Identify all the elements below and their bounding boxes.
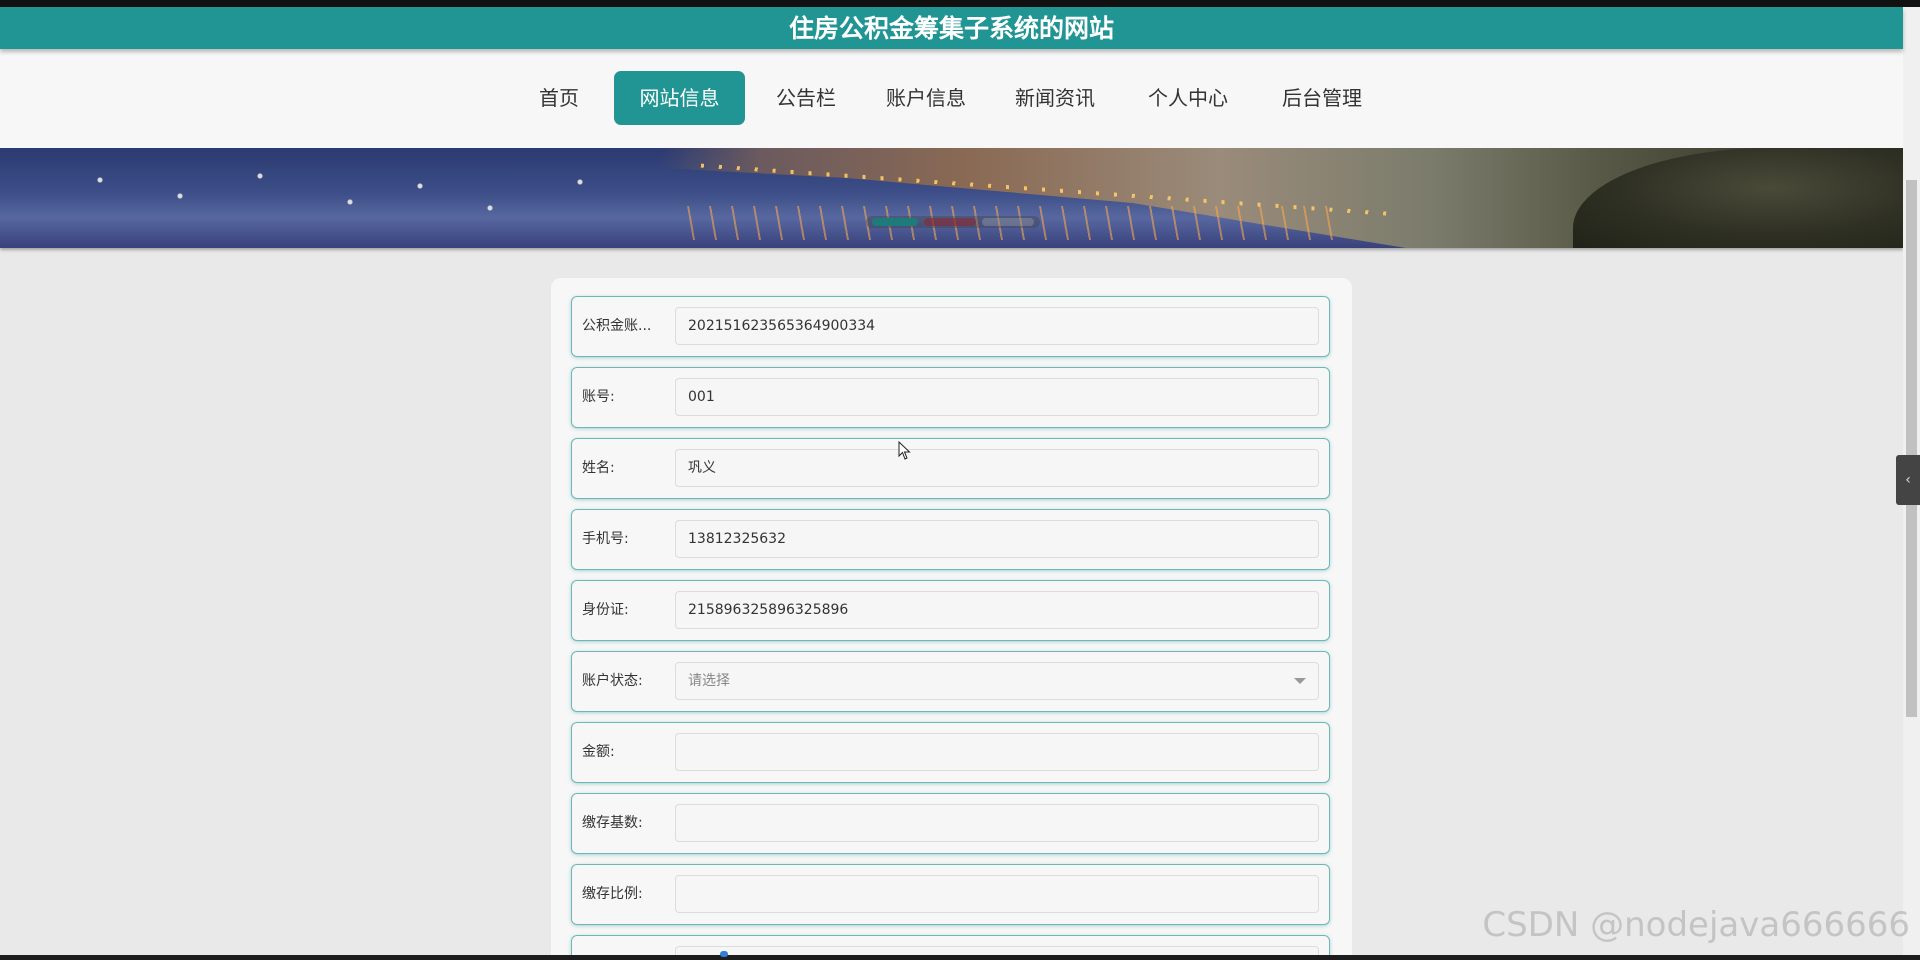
form-label: 账户状态: [582, 673, 643, 689]
banner-carousel[interactable] [0, 148, 1903, 248]
page: 住房公积金筹集子系统的网站 首页 网站信息 公告栏 账户信息 新闻资讯 个人中心… [0, 0, 1920, 960]
form-row-id-card: 身份证: 215896325896325896 [572, 581, 1329, 640]
carousel-indicator [866, 216, 1040, 228]
form-row-account-status: 账户状态: 请选择 [572, 652, 1329, 711]
title-bar: 住房公积金筹集子系统的网站 [0, 7, 1903, 49]
form-row-phone: 手机号: 13812325632 [572, 510, 1329, 569]
form-label: 手机号: [582, 531, 629, 547]
nav-item-site-info[interactable]: 网站信息 [614, 71, 745, 125]
taskbar-marker [720, 951, 728, 957]
form-label: 姓名: [582, 460, 615, 476]
carousel-dot-1[interactable] [872, 218, 918, 226]
window-top-strip [0, 0, 1920, 7]
account-no-input[interactable]: 001 [675, 378, 1319, 416]
taskbar-strip [0, 955, 1920, 960]
id-card-input[interactable]: 215896325896325896 [675, 591, 1319, 629]
form-row-name: 姓名: 巩义 [572, 439, 1329, 498]
nav-item-account-info[interactable]: 账户信息 [878, 71, 974, 125]
account-form: 公积金账... 202151623565364900334 账号: 001 姓名… [551, 278, 1352, 960]
nav-item-home[interactable]: 首页 [532, 71, 586, 125]
phone-input[interactable]: 13812325632 [675, 520, 1319, 558]
form-label: 金额: [582, 744, 615, 760]
select-placeholder: 请选择 [688, 673, 730, 689]
chevron-left-icon: ‹ [1905, 472, 1911, 488]
form-label: 身份证: [582, 602, 629, 618]
form-row-amount: 金额: [572, 723, 1329, 782]
mouse-cursor-icon [898, 441, 911, 460]
form-label: 缴存基数: [582, 815, 643, 831]
nav-item-news[interactable]: 新闻资讯 [1007, 71, 1103, 125]
form-row-deposit-base: 缴存基数: [572, 794, 1329, 853]
watermark: CSDN @nodejava666666 [1482, 905, 1910, 945]
site-title: 住房公积金筹集子系统的网站 [788, 14, 1114, 43]
name-input[interactable]: 巩义 [675, 449, 1319, 487]
nav-item-admin[interactable]: 后台管理 [1274, 71, 1370, 125]
chevron-down-icon [1294, 678, 1306, 684]
carousel-dot-3[interactable] [982, 218, 1034, 226]
banner-boats [60, 168, 660, 228]
amount-input[interactable] [675, 733, 1319, 771]
main-nav: 首页 网站信息 公告栏 账户信息 新闻资讯 个人中心 后台管理 [0, 49, 1903, 148]
account-status-select[interactable]: 请选择 [675, 662, 1319, 700]
nav-item-personal-center[interactable]: 个人中心 [1140, 71, 1236, 125]
fund-account-input[interactable]: 202151623565364900334 [675, 307, 1319, 345]
carousel-dot-2[interactable] [924, 218, 976, 226]
form-label: 账号: [582, 389, 615, 405]
side-panel-toggle[interactable]: ‹ [1896, 455, 1920, 505]
form-row-account-no: 账号: 001 [572, 368, 1329, 427]
form-row-fund-account: 公积金账... 202151623565364900334 [572, 297, 1329, 356]
form-label: 缴存比例: [582, 886, 643, 902]
form-row-deposit-ratio: 缴存比例: [572, 865, 1329, 924]
deposit-base-input[interactable] [675, 804, 1319, 842]
nav-item-bulletin[interactable]: 公告栏 [770, 71, 842, 125]
deposit-ratio-input[interactable] [675, 875, 1319, 913]
scrollbar-thumb[interactable] [1906, 180, 1917, 717]
form-label: 公积金账... [582, 318, 652, 334]
